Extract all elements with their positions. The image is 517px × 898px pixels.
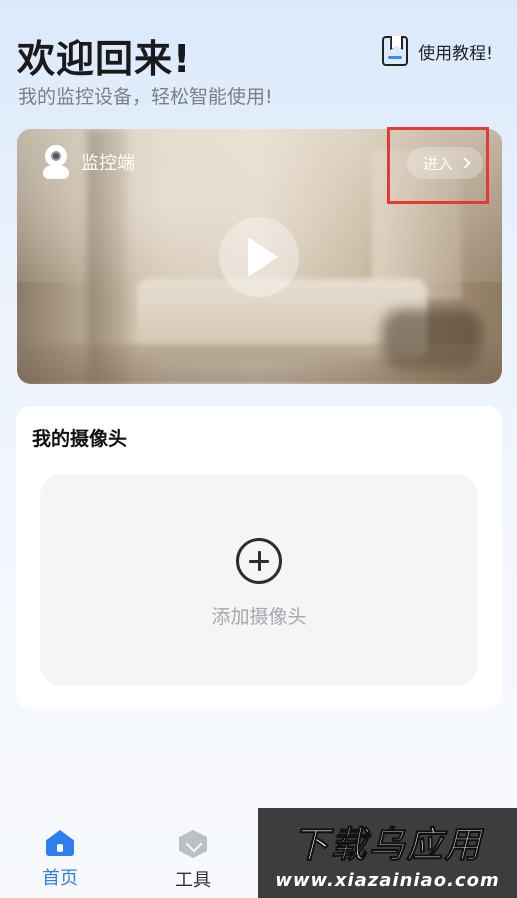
box-icon: [179, 830, 207, 858]
camera-icon: [43, 145, 69, 179]
my-cameras-title: 我的摄像头: [32, 428, 128, 450]
highlight-annotation-box: [387, 127, 489, 204]
nav-label-home: 首页: [42, 868, 78, 889]
book-icon: [382, 36, 409, 66]
play-button[interactable]: [219, 217, 299, 297]
room-image-floor: [17, 344, 502, 384]
nav-item-home[interactable]: 首页: [25, 830, 95, 890]
watermark-logo: 下载乌应用 www.xiazainiao.com: [258, 808, 517, 898]
page-subtitle: 我的监控设备，轻松智能使用!: [18, 86, 273, 108]
add-camera-label: 添加摄像头: [211, 606, 307, 628]
monitor-label: 监控端: [43, 145, 135, 179]
home-icon: [46, 830, 74, 856]
monitor-label-text: 监控端: [81, 153, 135, 174]
page-title: 欢迎回来!: [17, 37, 192, 81]
tutorial-button[interactable]: 使用教程!: [382, 36, 493, 66]
nav-label-tools: 工具: [175, 870, 211, 891]
plus-circle-icon: [236, 538, 282, 584]
add-camera-button[interactable]: 添加摄像头: [40, 474, 478, 686]
play-icon: [248, 237, 278, 277]
watermark-url: www.xiazainiao.com: [275, 869, 500, 891]
watermark-title: 下载乌应用: [292, 824, 483, 866]
my-cameras-card: 我的摄像头 添加摄像头: [16, 406, 502, 709]
tutorial-label: 使用教程!: [418, 43, 493, 64]
nav-item-tools[interactable]: 工具: [158, 830, 228, 892]
